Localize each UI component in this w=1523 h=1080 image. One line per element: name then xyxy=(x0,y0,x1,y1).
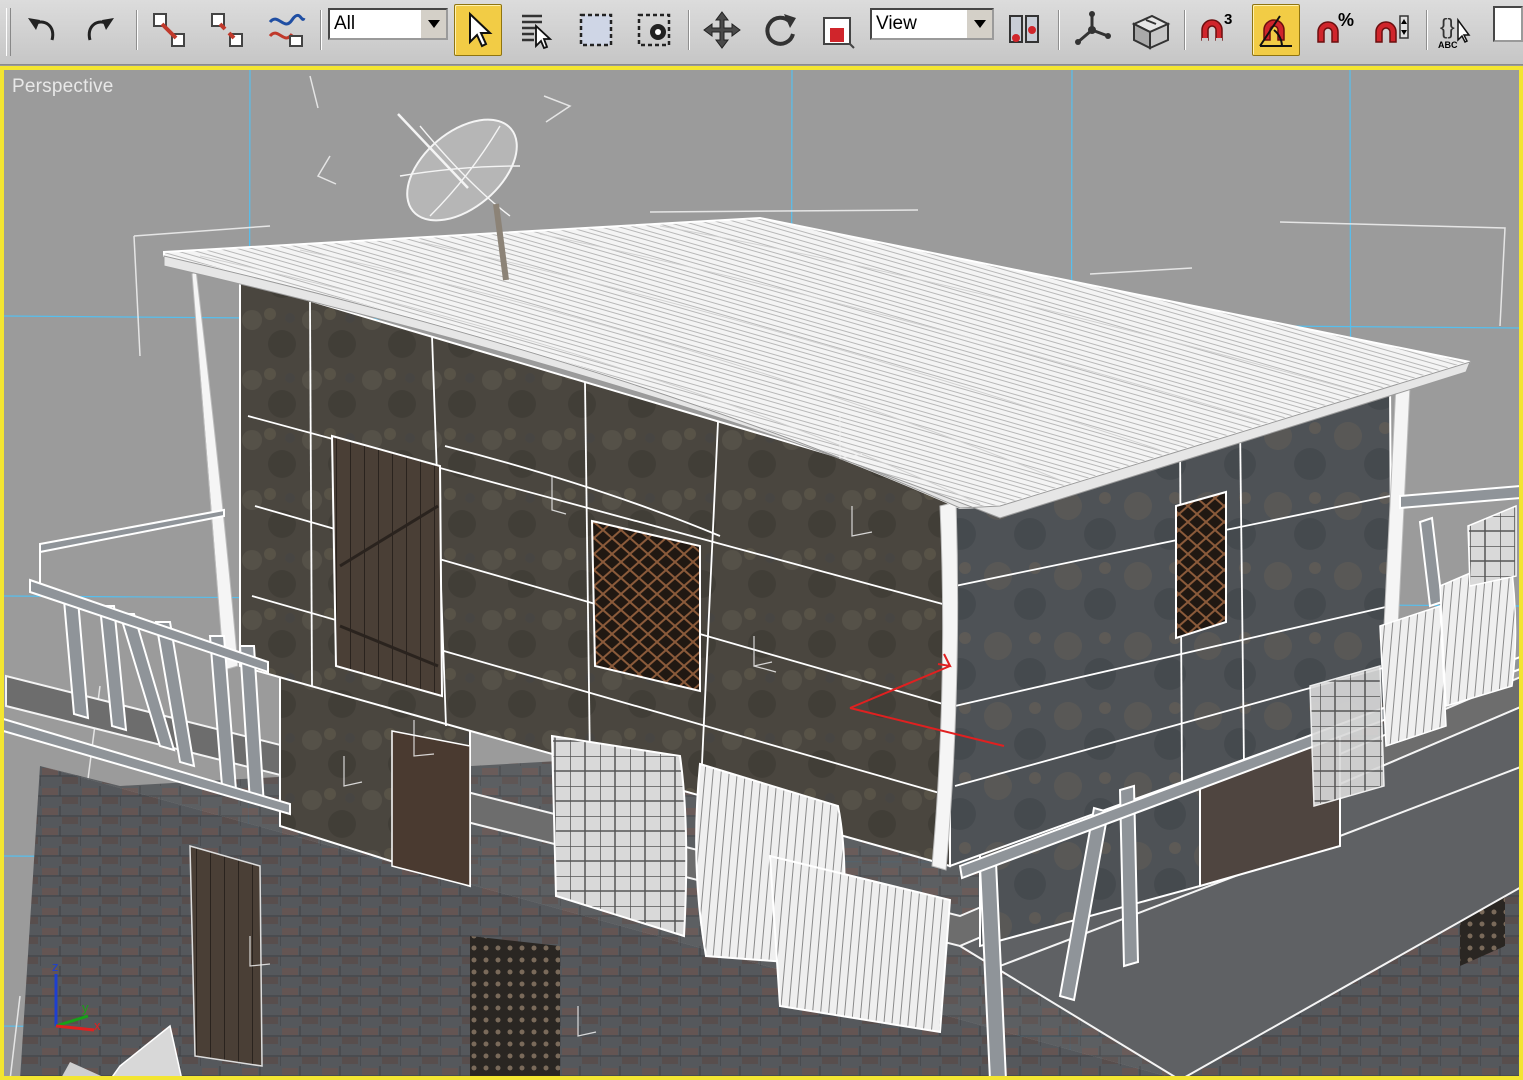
main-toolbar: All View 3 % {} ABC xyxy=(0,0,1523,65)
edit-named-selection-button[interactable]: {} ABC xyxy=(1432,4,1480,56)
select-and-manipulate-button[interactable] xyxy=(1068,4,1116,56)
perspective-viewport[interactable]: Perspective z y x xyxy=(0,66,1523,1080)
redo-icon xyxy=(87,18,114,41)
angle-snap-icon xyxy=(1259,15,1292,47)
magnet-3d-icon: 3 xyxy=(1201,11,1232,44)
undo-button[interactable] xyxy=(18,4,66,56)
toolbar-separator xyxy=(688,10,690,50)
redo-button[interactable] xyxy=(76,4,124,56)
named-selection-set-field[interactable] xyxy=(1493,6,1523,42)
axis-x-label: x xyxy=(94,1018,101,1033)
viewport-label[interactable]: Perspective xyxy=(12,76,113,98)
undo-icon xyxy=(28,18,55,41)
reference-coordinate-value: View xyxy=(876,13,917,34)
named-selection-label: ABC xyxy=(1438,40,1458,50)
svg-text:{}: {} xyxy=(1440,14,1455,39)
select-object-button[interactable] xyxy=(454,4,502,56)
pivot-center-icon xyxy=(1009,15,1039,43)
toolbar-separator xyxy=(1058,10,1060,50)
toolbar-separator xyxy=(320,10,322,50)
toolbar-separator xyxy=(1426,10,1428,50)
window-crossing-button[interactable] xyxy=(630,4,678,56)
select-and-move-button[interactable] xyxy=(698,4,746,56)
manipulate-icon xyxy=(1075,11,1111,45)
snap-dimension-label: 3 xyxy=(1224,11,1232,28)
spinner-snap-toggle-button[interactable] xyxy=(1368,4,1416,56)
rect-select-icon xyxy=(579,13,613,47)
select-and-link-button[interactable] xyxy=(146,4,194,56)
reference-coordinate-dropdown[interactable]: View xyxy=(870,8,994,40)
select-by-name-icon xyxy=(522,14,553,50)
keyboard-shortcut-icon xyxy=(1131,14,1171,50)
toolbar-separator xyxy=(136,10,138,50)
use-pivot-point-button[interactable] xyxy=(1000,4,1048,56)
toolbar-separator xyxy=(1184,10,1186,50)
cursor-arrow-icon xyxy=(469,11,493,48)
link-icon xyxy=(153,13,185,47)
spinner-snap-icon xyxy=(1375,15,1409,43)
snaps-toggle-button[interactable]: 3 xyxy=(1192,4,1240,56)
rotate-icon xyxy=(765,14,796,46)
viewport-scene xyxy=(4,70,1519,1076)
percent-snap-icon: % xyxy=(1317,10,1354,43)
select-by-name-button[interactable] xyxy=(512,4,560,56)
unlink-selection-button[interactable] xyxy=(204,4,252,56)
named-selection-icon: {}ABC xyxy=(1438,14,1471,50)
space-warp-icon xyxy=(268,13,306,47)
rectangular-selection-button[interactable] xyxy=(572,4,620,56)
toolbar-grip[interactable] xyxy=(6,8,11,56)
select-and-scale-button[interactable] xyxy=(814,4,862,56)
axis-y-label: y xyxy=(82,1000,89,1015)
percent-snap-toggle-button[interactable]: % xyxy=(1310,4,1358,56)
move-icon xyxy=(703,11,741,49)
percent-label: % xyxy=(1338,10,1354,30)
angle-snap-toggle-button[interactable] xyxy=(1252,4,1300,56)
select-and-rotate-button[interactable] xyxy=(756,4,804,56)
chevron-down-icon[interactable] xyxy=(419,10,446,38)
axis-z-label: z xyxy=(52,960,59,974)
keyboard-shortcut-override-button[interactable] xyxy=(1126,4,1174,56)
selection-filter-value: All xyxy=(334,13,356,34)
unlink-icon xyxy=(211,13,243,47)
window-crossing-icon xyxy=(637,13,671,47)
axis-tripod-icon: z y x xyxy=(52,960,101,1033)
scale-icon xyxy=(823,17,855,49)
bind-to-space-warp-button[interactable] xyxy=(262,4,310,56)
selection-filter-dropdown[interactable]: All xyxy=(328,8,448,40)
chevron-down-icon[interactable] xyxy=(965,10,992,38)
